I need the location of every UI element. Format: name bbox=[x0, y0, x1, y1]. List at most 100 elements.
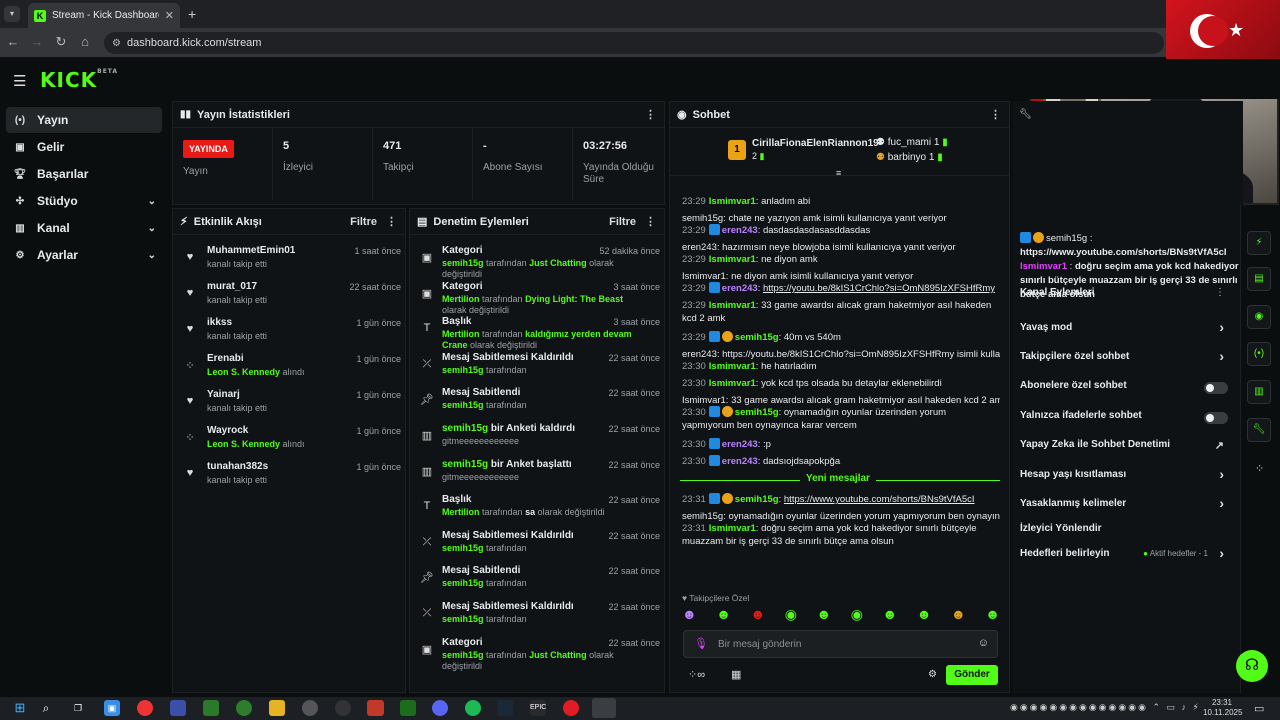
activity-row[interactable]: ♥ tunahan382s kanalı takip etti 1 gün önce bbox=[179, 461, 401, 495]
activity-username[interactable]: tunahan382s bbox=[207, 461, 268, 472]
chat-message[interactable]: 23:29 eren243: https://youtu.be/8kIS1CrCh… bbox=[682, 282, 1000, 295]
broadcast-icon[interactable]: (•) bbox=[1247, 342, 1271, 366]
moderator-name[interactable]: semih15g bbox=[442, 400, 484, 410]
toggle-switch[interactable] bbox=[1204, 412, 1228, 424]
chat-message[interactable]: 23:29 Ismimvar1: anladım abi bbox=[682, 195, 1000, 208]
moderator-name[interactable]: semih15g bbox=[442, 650, 484, 660]
gifter-3[interactable]: ⚉ barbinyo 1 ▮ bbox=[876, 152, 943, 163]
more-icon[interactable]: ⁘ bbox=[1255, 462, 1264, 475]
moderation-row[interactable]: 📌︎ Mesaj Sabitlendi semih15g tarafından 22 … bbox=[416, 565, 660, 599]
task-view-icon[interactable]: ❐ bbox=[70, 700, 86, 716]
spotify-icon[interactable] bbox=[465, 700, 481, 716]
message-username[interactable]: eren243 bbox=[722, 225, 758, 236]
activity-icon[interactable]: ⁘∞ bbox=[688, 668, 705, 681]
app-icon[interactable] bbox=[236, 700, 252, 716]
chat-message[interactable]: 23:30 semih15g: oynamadığın oyunlar üzeri… bbox=[682, 406, 1000, 432]
moderation-row[interactable]: ▣ Kategori semih15g tarafından Just Chatti… bbox=[416, 245, 660, 279]
activity-username[interactable]: Wayrock bbox=[207, 425, 248, 436]
emote-icon[interactable]: ☻ bbox=[751, 606, 766, 624]
chat-settings-icon[interactable]: ⚙ bbox=[928, 669, 937, 680]
channel-action-item[interactable]: Hesap yaşı kısıtlaması › bbox=[1020, 466, 1232, 489]
file-explorer-icon[interactable] bbox=[269, 700, 285, 716]
moderation-row[interactable]: ⤫ Mesaj Sabitlemesi Kaldırıldı semih15g ta… bbox=[416, 601, 660, 635]
message-username[interactable]: semih15g bbox=[735, 494, 779, 505]
message-username[interactable]: eren243 bbox=[722, 283, 758, 294]
more-menu-icon[interactable]: ⋮ bbox=[990, 108, 1001, 121]
moderator-name[interactable]: Mertilion bbox=[442, 294, 480, 304]
opera-icon[interactable] bbox=[563, 700, 579, 716]
search-icon[interactable]: ⌕ bbox=[38, 700, 54, 716]
store-icon[interactable]: ▦ bbox=[731, 668, 741, 681]
channel-action-item[interactable]: Yavaş mod › bbox=[1020, 319, 1232, 342]
home-icon[interactable]: ⌂ bbox=[76, 34, 94, 49]
message-username[interactable]: Ismimvar1 bbox=[709, 196, 756, 207]
emote-icon[interactable]: ☻ bbox=[917, 606, 932, 624]
forward-icon[interactable]: → bbox=[28, 34, 46, 49]
more-menu-icon[interactable]: ⋮ bbox=[645, 108, 656, 121]
toggle-switch[interactable] bbox=[1204, 382, 1228, 394]
channel-action-item[interactable]: Yasaklanmış kelimeler › bbox=[1020, 495, 1232, 518]
app-icon[interactable] bbox=[367, 700, 384, 716]
message-username[interactable]: Ismimvar1 bbox=[709, 254, 756, 265]
notification-icon[interactable]: ▭ bbox=[1254, 702, 1264, 715]
browser-tab[interactable]: K Stream - Kick Dashboard ✕ bbox=[28, 3, 180, 28]
stats-icon[interactable]: ▥ bbox=[1247, 380, 1271, 404]
moderator-name[interactable]: Mertilion bbox=[442, 507, 480, 517]
message-username[interactable]: Ismimvar1 bbox=[709, 378, 756, 389]
moderator-name[interactable]: semih15g bbox=[442, 543, 484, 553]
store-app-icon[interactable]: ▣ bbox=[104, 700, 120, 716]
chat-message[interactable]: 23:31 semih15g: https://www.youtube.com/s… bbox=[682, 493, 1000, 506]
moderation-row[interactable]: ▣ Kategori Mertilion tarafından Dying Ligh… bbox=[416, 281, 660, 315]
moderation-row[interactable]: 📌︎ Mesaj Sabitlendi semih15g tarafından 22 … bbox=[416, 387, 660, 421]
xbox-icon[interactable] bbox=[203, 700, 219, 716]
activity-row[interactable]: ⁘ Wayrock Leon S. Kennedy alındı 1 gün önce bbox=[179, 425, 401, 459]
chat-input-box[interactable]: 🎙︎ Bir mesaj gönderin ☺ bbox=[683, 630, 998, 658]
sidebar-item-yayin[interactable]: (•) Yayın bbox=[6, 107, 162, 133]
activity-username[interactable]: Erenabi bbox=[207, 353, 244, 364]
moderation-row[interactable]: ▥ semih15g bir Anket başlattı gitmeeeeeeee… bbox=[416, 459, 660, 493]
emote-icon[interactable]: ☻ bbox=[882, 606, 897, 624]
chat-icon[interactable]: ◉ bbox=[1247, 305, 1271, 329]
moderator-name[interactable]: semih15g bbox=[442, 365, 484, 375]
gifter-2[interactable]: ⚉ fuc_mami 1 ▮ bbox=[876, 137, 948, 148]
moderation-row[interactable]: ⤫ Mesaj Sabitlemesi Kaldırıldı semih15g ta… bbox=[416, 352, 660, 386]
message-username[interactable]: semih15g bbox=[735, 332, 779, 343]
microphone-icon[interactable]: 🎙︎ bbox=[694, 637, 708, 650]
channel-action-item[interactable]: Abonelere özel sohbet bbox=[1020, 380, 1232, 400]
moderation-icon[interactable]: ▤ bbox=[1247, 267, 1271, 291]
more-menu-icon[interactable]: ⋮ bbox=[1215, 287, 1225, 298]
discord-icon[interactable] bbox=[432, 700, 448, 716]
chrome-app-icon[interactable] bbox=[137, 700, 153, 716]
activity-row[interactable]: ♥ ikkss kanalı takip etti 1 gün önce bbox=[179, 317, 401, 351]
message-link[interactable]: https://www.youtube.com/shorts/BNs9tVfA5… bbox=[784, 494, 975, 505]
more-menu-icon[interactable]: ⋮ bbox=[386, 215, 397, 228]
chat-input[interactable]: Bir mesaj gönderin bbox=[718, 639, 801, 650]
moderation-row[interactable]: ▥ semih15g bir Anketi kaldırdı gitmeeeeeee… bbox=[416, 423, 660, 457]
channel-action-item[interactable]: Takipçilere özel sohbet › bbox=[1020, 348, 1232, 371]
moderator-name[interactable]: semih15g bbox=[442, 578, 484, 588]
emoji-icon[interactable]: ☺ bbox=[978, 637, 989, 649]
activity-username[interactable]: ikkss bbox=[207, 317, 232, 328]
activity-row[interactable]: ♥ Yainarj kanalı takip etti 1 gün önce bbox=[179, 389, 401, 423]
emote-icon[interactable]: ◉ bbox=[851, 606, 863, 624]
moderator-name[interactable]: semih15g bbox=[442, 614, 484, 624]
channel-action-item[interactable]: Hedefleri belirleyin ● Aktif hedefler - 1… bbox=[1020, 545, 1232, 568]
moderator-name[interactable]: semih15g bbox=[442, 258, 484, 268]
wrench-icon[interactable]: 🔧︎ bbox=[1247, 418, 1271, 442]
chat-message[interactable]: 23:29 semih15g: 40m vs 540m bbox=[682, 331, 1000, 344]
expand-icon[interactable]: ≡ bbox=[836, 168, 841, 178]
chat-message[interactable]: 23:29 Ismimvar1: 33 game awardsı alıcak g… bbox=[682, 299, 1000, 325]
filter-button[interactable]: Filtre bbox=[609, 216, 636, 228]
emote-icon[interactable]: ☻ bbox=[985, 606, 1000, 624]
close-tab-icon[interactable]: ✕ bbox=[165, 9, 174, 22]
message-username[interactable]: eren243 bbox=[722, 439, 758, 450]
message-link[interactable]: https://youtu.be/8kIS1CrChlo?si=OmN895Iz… bbox=[763, 283, 995, 294]
message-username[interactable]: Ismimvar1 bbox=[709, 361, 756, 372]
app-icon[interactable] bbox=[335, 700, 351, 716]
activity-username[interactable]: MuhammetEmin01 bbox=[207, 245, 295, 256]
emote-icon[interactable]: ◉ bbox=[785, 606, 797, 624]
sidebar-item-ayarlar[interactable]: ⚙ Ayarlar ⌄ bbox=[6, 242, 162, 268]
support-headset-icon[interactable]: ☊ bbox=[1236, 650, 1268, 682]
chat-message[interactable]: 23:30 eren243: :p bbox=[682, 438, 1000, 451]
message-username[interactable]: eren243 bbox=[722, 456, 758, 467]
